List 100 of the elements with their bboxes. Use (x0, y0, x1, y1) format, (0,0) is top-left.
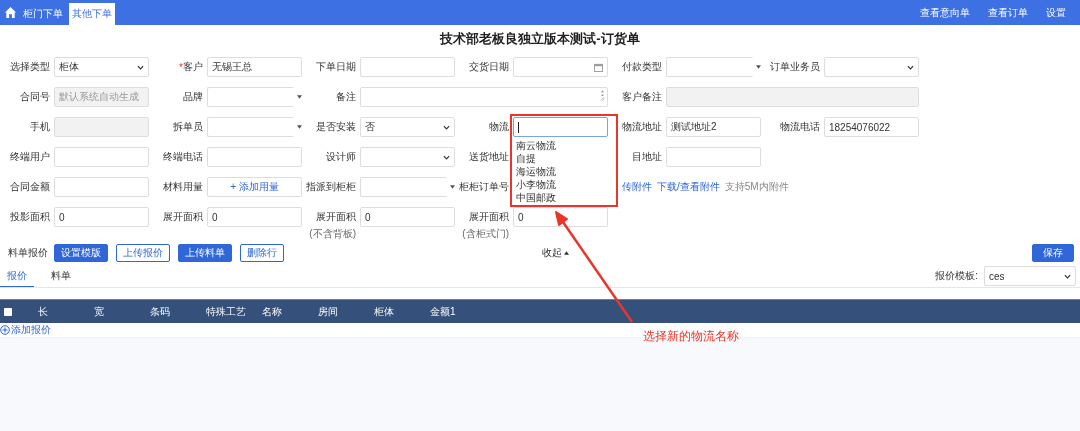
field-label: 目地址 (632, 150, 662, 164)
input-field[interactable]: 18254076022 (824, 117, 919, 137)
chevron-down-icon (443, 124, 450, 130)
dropdown-option[interactable]: 南云物流 (513, 139, 615, 152)
save-button[interactable]: 保存 (1032, 244, 1074, 262)
field-label: 投影面积 (10, 210, 50, 224)
field-label: 下单日期 (316, 60, 356, 74)
caret-down-icon (756, 65, 761, 69)
field-label: 交货日期 (469, 60, 509, 74)
select-field[interactable] (207, 87, 294, 107)
field-label: 合同号 (20, 90, 50, 104)
caret-up-icon (564, 251, 569, 255)
input-field[interactable]: 0 (513, 207, 608, 227)
select-field[interactable]: ces (984, 266, 1076, 286)
text-area[interactable] (360, 87, 608, 107)
nav-tab[interactable]: 其他下单 (69, 3, 115, 25)
field-label: 设计师 (326, 150, 356, 164)
field-label: 料单报价 (8, 246, 48, 260)
field-label: 物流电话 (780, 120, 820, 134)
select-field[interactable] (666, 57, 753, 77)
column-header: 金额1 (430, 304, 457, 319)
chevron-down-icon (907, 64, 914, 70)
nav-link[interactable]: 查看意向单 (920, 5, 970, 20)
field-label: 展开面积 (469, 210, 509, 224)
attachment-link[interactable]: 下载/查看附件 (657, 180, 720, 194)
toolbar-button[interactable]: 删除行 (240, 244, 284, 262)
field-label: 备注 (336, 90, 356, 104)
size-note: 支持5M内附件 (724, 180, 789, 194)
toolbar-button[interactable]: 上传料单 (178, 244, 232, 262)
dropdown-option[interactable]: 小李物流 (513, 178, 615, 191)
field-label: 付款类型 (622, 60, 662, 74)
chevron-down-icon (137, 64, 144, 70)
caret-down-icon (450, 185, 455, 189)
select-field[interactable] (824, 57, 919, 77)
select-field[interactable] (360, 177, 447, 197)
nav-tab[interactable]: 柜门下单 (20, 3, 66, 25)
page-title: 技术部老板良独立版本测试-订货单 (438, 30, 641, 48)
label-note: (不含背板) (309, 227, 356, 241)
label-note: (含柜式门) (462, 227, 509, 241)
select-field[interactable]: 柜体 (54, 57, 149, 77)
field-label: 终端用户 (10, 150, 50, 164)
add-quote-link[interactable]: 添加报价 (0, 323, 51, 337)
nav-link[interactable]: 查看订单 (988, 5, 1028, 20)
field-label: 选择类型 (10, 60, 50, 74)
input-field[interactable]: 测试地址2 (666, 117, 761, 137)
field-label: 品牌 (183, 90, 203, 104)
field-label: 送货地址 (469, 150, 509, 164)
dropdown-option[interactable]: 海运物流 (513, 165, 615, 178)
field-label: 报价模板: (935, 269, 978, 283)
input-field[interactable]: 0 (207, 207, 302, 227)
caret-down-icon (297, 95, 302, 99)
date-field[interactable] (513, 57, 608, 77)
field-label: 物流 (489, 120, 509, 134)
plus-circle-icon (0, 325, 10, 335)
column-header: 房间 (318, 304, 339, 319)
column-header: 柜体 (374, 304, 395, 319)
chevron-down-icon (1064, 273, 1071, 279)
input-field[interactable]: 0 (54, 207, 149, 227)
field-label: 指派到柜柜 (306, 180, 356, 194)
tab[interactable]: 料单 (44, 269, 78, 287)
toolbar-button[interactable]: 上传报价 (116, 244, 170, 262)
input-field[interactable]: 0 (360, 207, 455, 227)
field-label: 是否安装 (316, 120, 356, 134)
required-mark: * (179, 61, 183, 73)
field-label: 终端电话 (163, 150, 203, 164)
field-label: 手机 (30, 120, 50, 134)
home-icon[interactable] (4, 6, 17, 19)
select-field[interactable] (207, 117, 294, 137)
field-label: 展开面积 (163, 210, 203, 224)
add-usage-button[interactable]: + 添加用量 (207, 177, 302, 197)
select-field[interactable] (360, 147, 455, 167)
column-header: 宽 (94, 304, 105, 319)
field-label: 客户 (183, 60, 203, 74)
field-label: 拆单员 (173, 120, 203, 134)
dropdown-option[interactable]: 自提 (513, 152, 615, 165)
collapse-toggle[interactable]: 收起 (542, 246, 569, 260)
checkbox[interactable] (4, 307, 12, 316)
text-cursor (518, 121, 519, 133)
column-header: 名称 (262, 304, 283, 319)
toolbar-button[interactable]: 设置模版 (54, 244, 108, 262)
annotation-text: 选择新的物流名称 (643, 328, 739, 345)
caret-down-icon (297, 125, 302, 129)
dropdown-option[interactable]: 中国邮政 (513, 191, 615, 204)
field-label: 展开面积 (316, 210, 356, 224)
tab[interactable]: 报价 (0, 269, 34, 287)
column-header: 条码 (150, 304, 171, 319)
field-label: 柜柜订单号 (459, 180, 509, 194)
chevron-down-icon (443, 154, 450, 160)
calendar-icon (594, 62, 603, 72)
input-field: 默认系统自动生成 (54, 87, 149, 107)
attachment-link[interactable]: 传附件 (622, 180, 652, 194)
field-label: 客户备注 (622, 90, 662, 104)
input-field[interactable]: 无锡王总 (207, 57, 302, 77)
field-label: 材料用量 (163, 180, 203, 194)
input-field[interactable] (513, 117, 608, 137)
field-label: 订单业务员 (770, 60, 820, 74)
resize-icon (600, 89, 605, 102)
select-field[interactable]: 否 (360, 117, 455, 137)
column-header: 特殊工艺 (206, 304, 247, 319)
nav-link[interactable]: 设置 (1046, 5, 1066, 20)
